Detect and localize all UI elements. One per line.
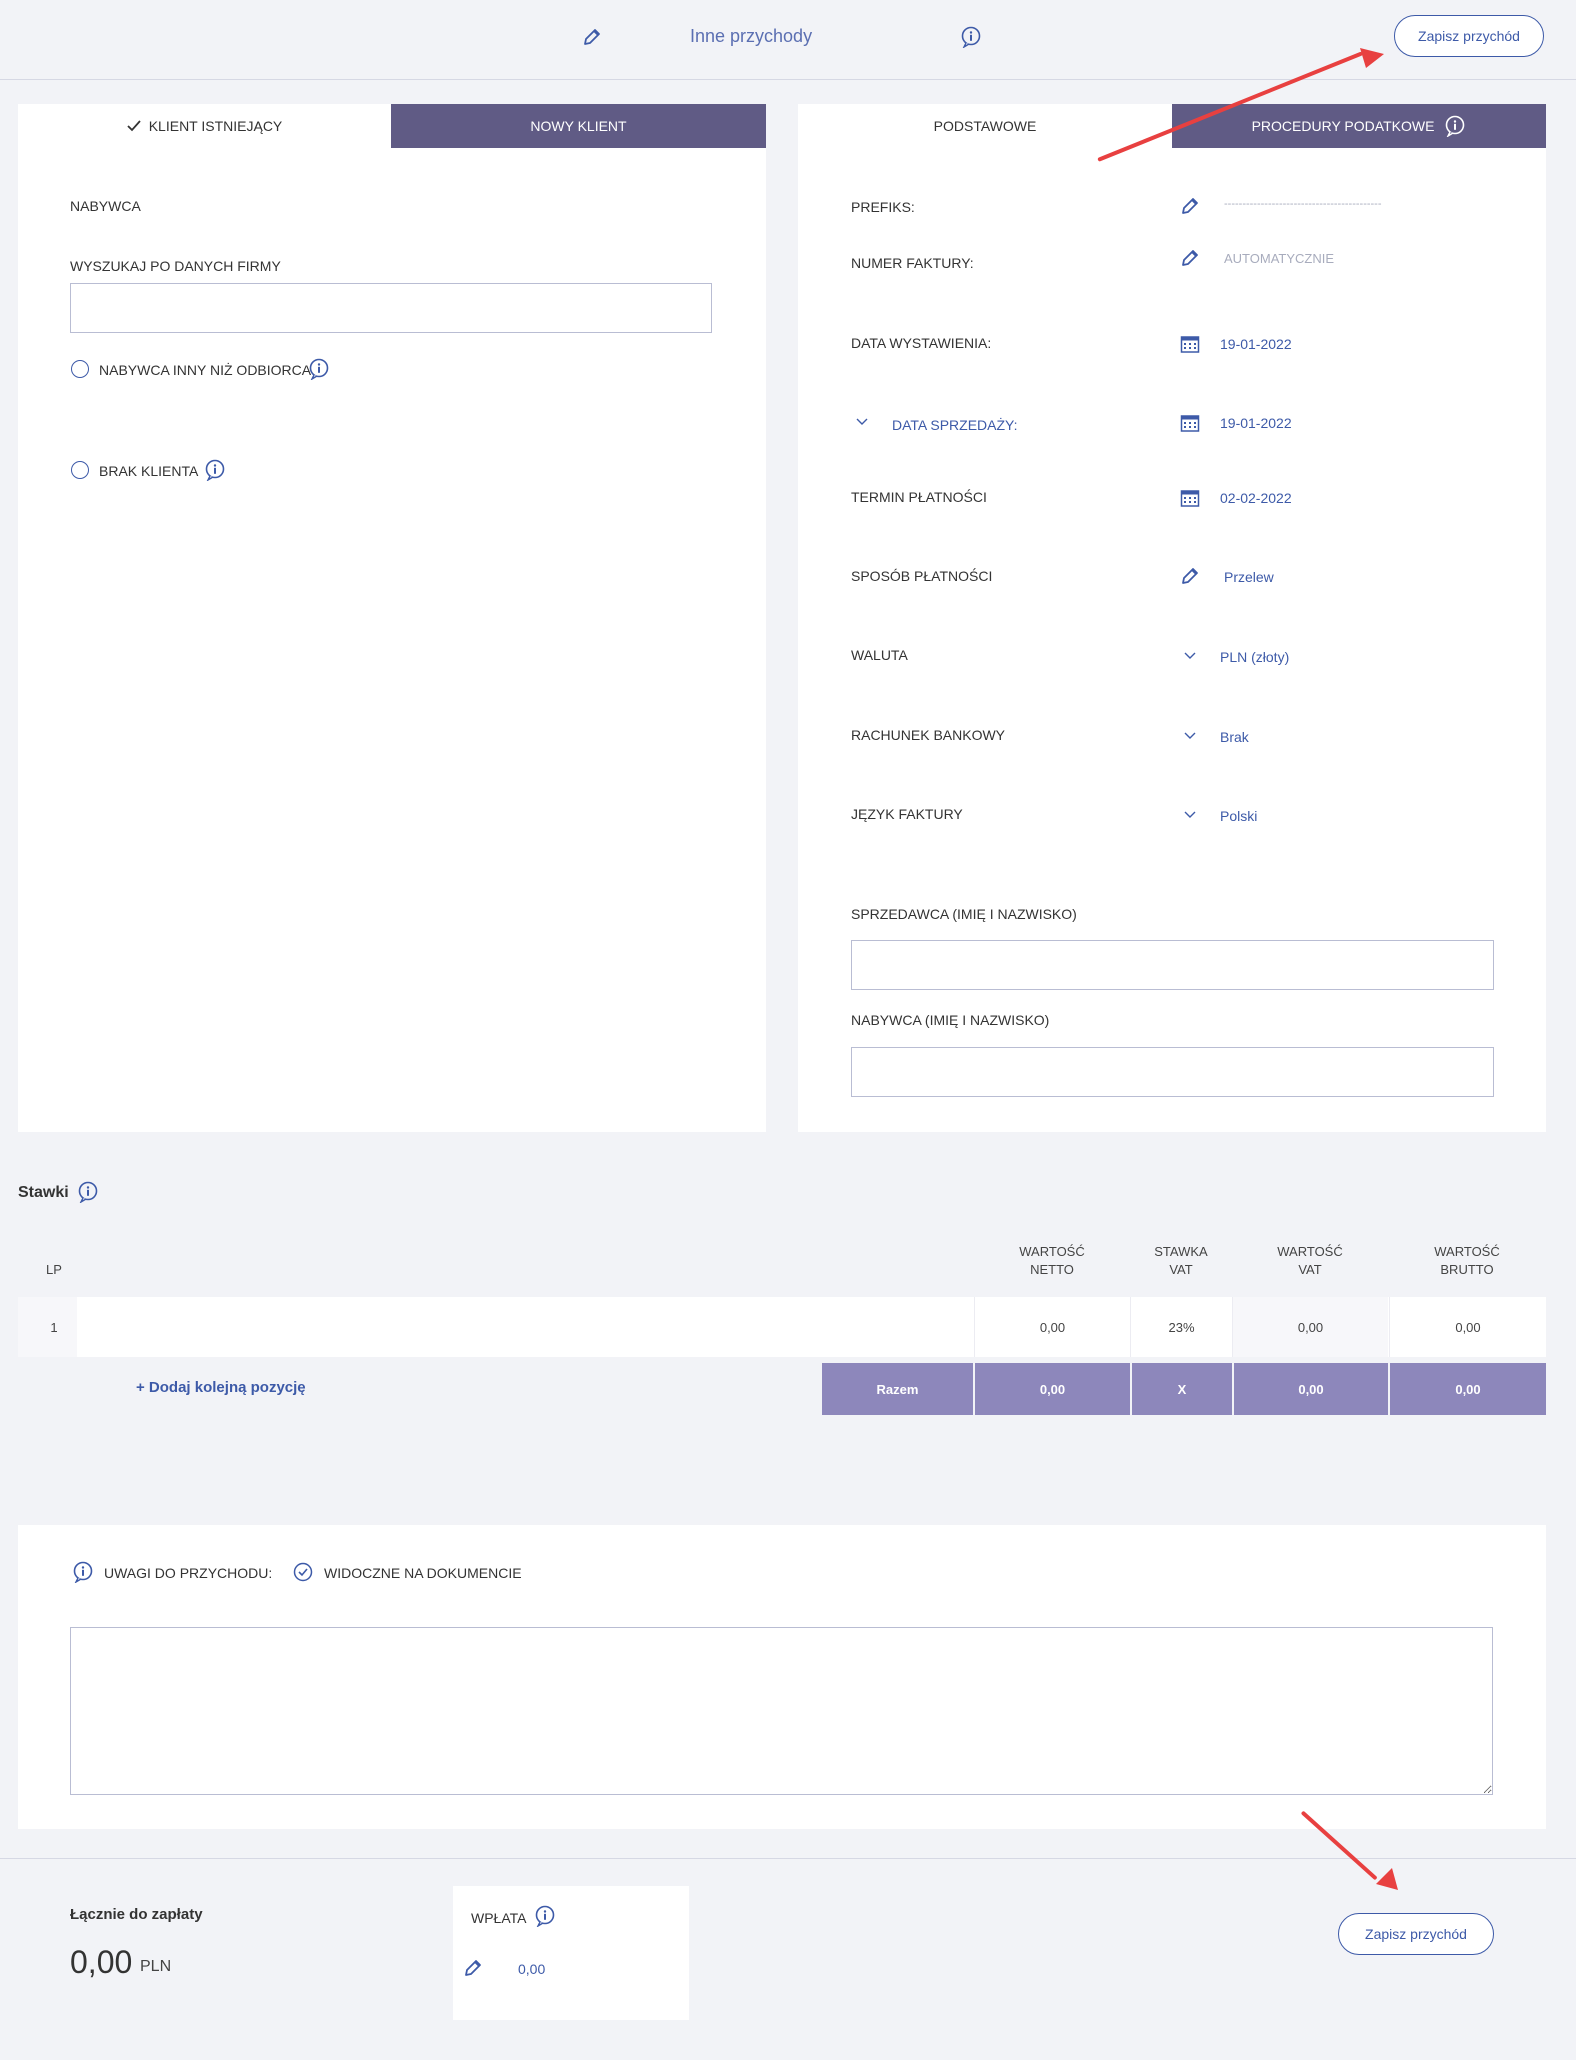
currency-label: WALUTA [851, 647, 908, 663]
visible-on-document-label: WIDOCZNE NA DOKUMENCIE [324, 1565, 522, 1581]
tab-existing-client-label: KLIENT ISTNIEJĄCY [148, 118, 283, 134]
tab-basic-label: PODSTAWOWE [933, 118, 1037, 134]
save-income-button-bottom[interactable]: Zapisz przychód [1338, 1913, 1494, 1955]
prefix-value[interactable]: ----------------------------------------… [1224, 198, 1400, 210]
calendar-icon[interactable] [1180, 488, 1200, 508]
payment-value[interactable]: 0,00 [518, 1961, 545, 1977]
sum-gross: 0,00 [1390, 1363, 1546, 1415]
pencil-icon[interactable] [463, 1958, 483, 1978]
invoice-number-value: AUTOMATYCZNIE [1224, 251, 1335, 266]
footer-divider [0, 1858, 1576, 1859]
col-gross-line2: BRUTTO [1440, 1262, 1494, 1277]
annotation-arrow-top-head [1360, 48, 1384, 68]
col-vat-value-line2: VAT [1298, 1262, 1322, 1277]
chevron-down-icon[interactable] [1184, 811, 1196, 819]
chevron-down-icon[interactable] [1184, 732, 1196, 740]
issue-date-value[interactable]: 19-01-2022 [1220, 336, 1292, 352]
col-vat-rate: STAWKA VAT [1130, 1243, 1232, 1279]
company-search-input[interactable] [70, 283, 712, 333]
col-vat-rate-line1: STAWKA [1154, 1244, 1208, 1259]
prefix-label: PREFIKS: [851, 199, 915, 215]
add-position-link[interactable]: + Dodaj kolejną pozycję [136, 1379, 306, 1396]
payment-box [453, 1886, 689, 2020]
sum-vat: 0,00 [1234, 1363, 1388, 1415]
col-vat-value-line1: WARTOŚĆ [1277, 1244, 1343, 1259]
buyer-label: NABYWCA [70, 198, 141, 214]
info-icon[interactable] [72, 1561, 94, 1583]
page-title: Inne przychody [690, 26, 813, 46]
info-icon[interactable] [960, 26, 982, 48]
total-value: 0,00 [70, 1944, 133, 1980]
tab-tax-procedures[interactable]: PROCEDURY PODATKOWE [1172, 104, 1546, 148]
annotation-arrow-bottom-head [1376, 1868, 1398, 1890]
check-circle-icon[interactable] [293, 1562, 313, 1582]
info-icon[interactable] [1444, 115, 1466, 137]
other-receiver-radio[interactable] [71, 360, 89, 378]
edit-title-pencil-icon[interactable] [582, 27, 602, 47]
no-client-radio[interactable] [71, 461, 89, 479]
calendar-icon[interactable] [1180, 413, 1200, 433]
total-currency: PLN [140, 1958, 172, 1975]
notes-textarea[interactable] [70, 1627, 1493, 1795]
pencil-icon[interactable] [1180, 566, 1200, 586]
sale-date-label[interactable]: DATA SPRZEDAŻY: [892, 417, 1018, 433]
no-client-label: BRAK KLIENTA [99, 463, 199, 479]
info-icon[interactable] [77, 1181, 99, 1203]
calendar-icon[interactable] [1180, 334, 1200, 354]
chevron-down-icon[interactable] [1184, 652, 1196, 660]
rates-title: Stawki [18, 1184, 69, 1201]
payment-method-label: SPOSÓB PŁATNOŚCI [851, 568, 993, 584]
bank-account-value[interactable]: Brak [1220, 729, 1249, 745]
row-description-input[interactable] [77, 1297, 974, 1357]
sum-label: Razem [822, 1363, 973, 1415]
row-vat-rate[interactable]: 23% [1130, 1297, 1232, 1357]
tab-new-client[interactable]: NOWY KLIENT [391, 104, 766, 148]
tab-basic[interactable]: PODSTAWOWE [798, 104, 1172, 148]
col-vat-value: WARTOŚĆ VAT [1232, 1243, 1388, 1279]
tab-new-client-label: NOWY KLIENT [530, 118, 627, 134]
col-lp: LP [46, 1262, 62, 1277]
chevron-down-icon[interactable] [856, 418, 868, 426]
invoice-language-value[interactable]: Polski [1220, 808, 1257, 824]
col-gross: WARTOŚĆ BRUTTO [1389, 1243, 1545, 1279]
pencil-icon[interactable] [1180, 196, 1200, 216]
info-icon[interactable] [204, 459, 226, 481]
tab-tax-procedures-label: PROCEDURY PODATKOWE [1251, 118, 1435, 134]
pencil-icon[interactable] [1180, 248, 1200, 268]
sum-vat-rate: X [1132, 1363, 1232, 1415]
seller-name-input[interactable] [851, 940, 1494, 990]
total-label: Łącznie do zapłaty [70, 1906, 203, 1923]
payment-term-label: TERMIN PŁATNOŚCI [851, 489, 987, 505]
notes-label: UWAGI DO PRZYCHODU: [104, 1565, 273, 1581]
currency-value[interactable]: PLN (złoty) [1220, 649, 1289, 665]
buyer-name-label: NABYWCA (IMIĘ I NAZWISKO) [851, 1012, 1050, 1028]
seller-name-label: SPRZEDAWCA (IMIĘ I NAZWISKO) [851, 906, 1077, 922]
col-gross-line1: WARTOŚĆ [1434, 1244, 1500, 1259]
search-label: WYSZUKAJ PO DANYCH FIRMY [70, 258, 281, 274]
row-net-value[interactable]: 0,00 [974, 1297, 1130, 1357]
payment-label: WPŁATA [471, 1910, 527, 1926]
info-icon[interactable] [308, 358, 330, 380]
col-net: WARTOŚĆ NETTO [974, 1243, 1130, 1279]
sale-date-value[interactable]: 19-01-2022 [1220, 415, 1292, 431]
col-net-line1: WARTOŚĆ [1019, 1244, 1085, 1259]
issue-date-label: DATA WYSTAWIENIA: [851, 335, 992, 351]
save-income-button-top[interactable]: Zapisz przychód [1394, 15, 1544, 57]
info-icon[interactable] [534, 1905, 556, 1927]
row-vat-value: 0,00 [1232, 1297, 1388, 1357]
invoice-language-label: JĘZYK FAKTURY [851, 806, 963, 822]
tab-existing-client[interactable]: KLIENT ISTNIEJĄCY [18, 104, 391, 148]
buyer-name-input[interactable] [851, 1047, 1494, 1097]
col-vat-rate-line2: VAT [1169, 1262, 1193, 1277]
check-icon [127, 120, 141, 132]
col-net-line2: NETTO [1030, 1262, 1074, 1277]
sum-net: 0,00 [975, 1363, 1130, 1415]
payment-term-value[interactable]: 02-02-2022 [1220, 490, 1292, 506]
invoice-number-label: NUMER FAKTURY: [851, 255, 974, 271]
bank-account-label: RACHUNEK BANKOWY [851, 727, 1006, 743]
other-receiver-label: NABYWCA INNY NIŻ ODBIORCA [99, 362, 312, 378]
row-gross-value[interactable]: 0,00 [1389, 1297, 1546, 1357]
payment-method-value[interactable]: Przelew [1224, 569, 1274, 585]
